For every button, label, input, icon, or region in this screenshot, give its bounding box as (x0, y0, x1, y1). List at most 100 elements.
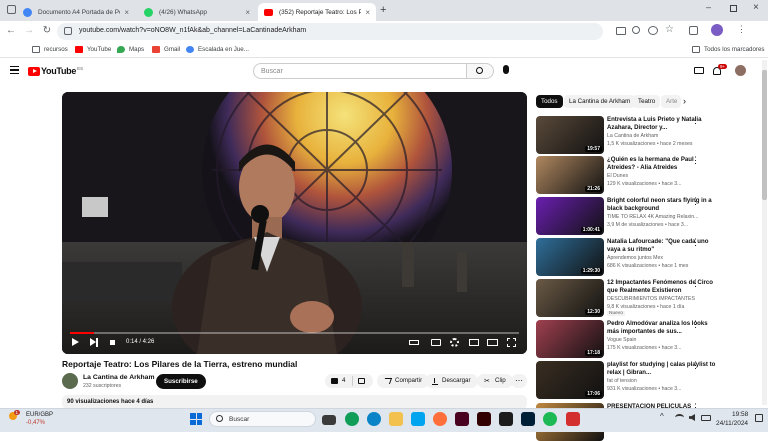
bookmark-escalada[interactable]: Escalada en Jue... (186, 46, 249, 53)
miniplayer-icon[interactable] (469, 339, 479, 346)
volume-icon[interactable] (110, 340, 115, 345)
more-options-icon[interactable]: ⋮ (691, 320, 700, 329)
page-scrollbar[interactable] (762, 60, 767, 405)
windows-start-icon[interactable] (190, 413, 202, 425)
recommendation-card[interactable]: 19:57 Entrevista a Luis Prieto y Natalia … (536, 116, 758, 154)
more-options-icon[interactable]: ⋮ (691, 361, 700, 370)
illustrator-app-icon[interactable] (477, 412, 491, 426)
microphone-icon[interactable] (503, 65, 509, 74)
like-icon[interactable] (331, 378, 338, 384)
close-window-button[interactable]: × (753, 2, 759, 13)
blender-app-icon[interactable] (433, 412, 447, 426)
description-box[interactable]: 90 visualizaciones hace 4 días (62, 395, 527, 409)
download-button[interactable]: Descargar (425, 374, 478, 388)
new-tab-button[interactable]: + (380, 4, 386, 16)
chrome-app-icon[interactable] (345, 412, 359, 426)
bookmark-recursos[interactable]: recursos (32, 46, 68, 53)
search-button[interactable] (466, 63, 494, 79)
recommendation-card[interactable]: 17:06 playlist for studying | calas playl… (536, 361, 758, 399)
fullscreen-icon[interactable] (507, 338, 516, 347)
video-card-channel[interactable]: Vogue Spain (607, 337, 636, 343)
spotify-app-icon[interactable] (543, 412, 557, 426)
close-tab-icon[interactable]: × (245, 8, 250, 17)
more-options-icon[interactable]: ⋮ (691, 197, 700, 206)
video-card-channel[interactable]: Aprendemos juntos Mex (607, 255, 663, 261)
settings-gear-icon[interactable] (450, 338, 459, 347)
video-card-title[interactable]: ¿Quién es la hermana de Paul Atreides? -… (607, 156, 719, 172)
video-thumbnail[interactable]: 12:30 (536, 279, 604, 317)
recommendation-card[interactable]: 12:30 12 Impactantes Fenómenos de Circo q… (536, 279, 758, 317)
more-options-icon[interactable]: ⋮ (691, 116, 700, 125)
browser-menu-icon[interactable]: ⋮ (737, 24, 746, 35)
autoplay-toggle[interactable] (409, 340, 419, 345)
zoom-icon[interactable] (632, 26, 640, 34)
video-card-channel[interactable]: DESCUBRIMIENTOS IMPACTANTES (607, 296, 695, 302)
taskbar-search[interactable]: Buscar (209, 411, 316, 427)
create-icon[interactable] (694, 67, 704, 74)
maximize-button[interactable] (730, 5, 737, 12)
back-icon[interactable]: ← (4, 24, 18, 38)
video-thumbnail[interactable]: 1:00:41 (536, 197, 604, 235)
subscribe-button[interactable]: Suscribirse (156, 374, 206, 389)
video-card-title[interactable]: Natalia Lafourcade: "Que cada uno vaya a… (607, 238, 719, 254)
progress-track[interactable] (70, 332, 519, 334)
all-bookmarks[interactable]: Todos los marcadores (692, 46, 765, 53)
share-button[interactable]: Compartir (377, 374, 430, 388)
video-card-title[interactable]: 12 Impactantes Fenómenos de Circo que Re… (607, 279, 719, 295)
more-actions-icon[interactable]: ⋯ (511, 374, 527, 388)
bookmark-youtube[interactable]: YouTube (75, 46, 111, 53)
close-tab-icon[interactable]: × (365, 8, 370, 17)
more-options-icon[interactable]: ⋮ (691, 238, 700, 247)
reload-icon[interactable]: ↻ (40, 24, 54, 38)
video-card-channel[interactable]: La Cantina de Arkham (607, 133, 658, 139)
subtitles-icon[interactable] (431, 339, 441, 346)
chip-channel[interactable]: La Cantina de Arkham (564, 95, 636, 108)
more-options-icon[interactable]: ⋮ (691, 156, 700, 165)
video-card-channel[interactable]: fat of tension (607, 378, 637, 384)
video-thumbnail[interactable]: 21:26 (536, 156, 604, 194)
channel-avatar[interactable] (62, 373, 78, 389)
photoshop-app-icon[interactable] (521, 412, 535, 426)
indesign-app-icon[interactable] (455, 412, 469, 426)
youtube-logo[interactable]: YouTube ES (28, 66, 83, 76)
profile-avatar[interactable] (711, 24, 723, 36)
terminal-app-icon[interactable] (499, 412, 513, 426)
bookmark-maps[interactable]: Maps (117, 46, 144, 53)
video-thumbnail[interactable]: 17:06 (536, 361, 604, 399)
bookmark-gmail[interactable]: Gmail (152, 46, 180, 53)
ticker-name[interactable]: EUR/GBP (26, 412, 53, 418)
tab-documento[interactable]: Documento A4 Portada de Por × (17, 3, 135, 21)
video-card-title[interactable]: Entrevista a Luis Prieto y Natalia Azaha… (607, 116, 719, 132)
extensions-icon[interactable] (689, 26, 698, 35)
more-options-icon[interactable]: ⋮ (691, 279, 700, 288)
video-card-channel[interactable]: TIME TO RELAX 4K Amazing Relaxin... (607, 214, 699, 220)
chip-art[interactable]: Arte (661, 95, 681, 108)
recommendation-card[interactable]: 1:29:30 Natalia Lafourcade: "Que cada uno… (536, 238, 758, 276)
wifi-icon[interactable] (675, 414, 684, 421)
play-icon[interactable] (72, 338, 79, 346)
acrobat-app-icon[interactable] (566, 412, 580, 426)
bookmark-star-icon[interactable]: ☆ (665, 24, 674, 35)
theater-mode-icon[interactable] (487, 339, 498, 346)
chip-theatre[interactable]: Teatro (633, 95, 661, 108)
video-card-title[interactable]: Pedro Almodóvar analiza los looks más im… (607, 320, 719, 336)
skype-app-icon[interactable] (411, 412, 425, 426)
clip-button[interactable]: ✂ Clip (477, 374, 513, 388)
task-view-icon[interactable] (322, 415, 336, 425)
video-card-title[interactable]: playlist for studying | calas playlist t… (607, 361, 719, 377)
show-hidden-icons[interactable]: ^ (660, 412, 664, 421)
search-input[interactable]: Buscar (253, 63, 467, 79)
clock-date[interactable]: 24/11/2024 (716, 420, 748, 427)
file-explorer-icon[interactable] (389, 412, 403, 426)
minimize-button[interactable]: – (706, 2, 711, 12)
tab-search-icon[interactable] (7, 5, 16, 14)
notifications-icon[interactable] (755, 414, 763, 422)
scrollbar-thumb[interactable] (762, 70, 767, 200)
recommendation-card[interactable]: 17:18 Pedro Almodóvar analiza los looks m… (536, 320, 758, 358)
chip-all[interactable]: Todos (536, 95, 563, 108)
dislike-icon[interactable] (358, 378, 365, 384)
close-tab-icon[interactable]: × (124, 8, 129, 17)
video-card-title[interactable]: Bright colorful neon stars flying in a b… (607, 197, 719, 213)
forward-icon[interactable]: → (22, 24, 36, 38)
recommendation-card[interactable]: 1:00:41 Bright colorful neon stars flying… (536, 197, 758, 235)
